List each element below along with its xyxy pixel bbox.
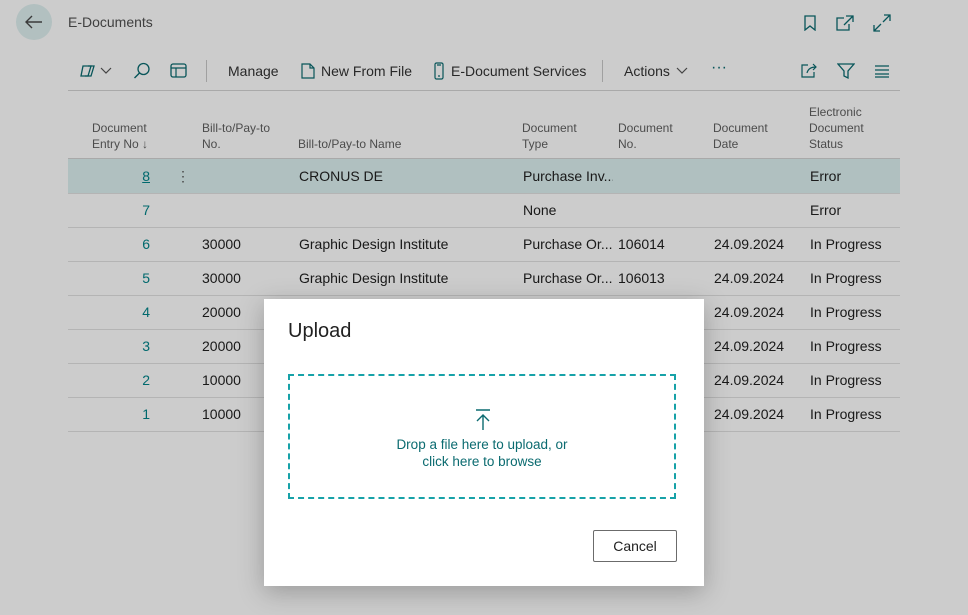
upload-dialog: Upload Drop a file here to upload, or cl… — [264, 299, 704, 586]
dropzone-line: click here to browse — [422, 454, 542, 469]
dropzone-text: Drop a file here to upload, or click her… — [290, 436, 674, 470]
file-dropzone[interactable]: Drop a file here to upload, or click her… — [288, 374, 676, 499]
dropzone-line: Drop a file here to upload, or — [396, 437, 568, 452]
upload-icon — [476, 409, 490, 430]
cancel-button[interactable]: Cancel — [593, 530, 677, 562]
dialog-title: Upload — [288, 320, 352, 342]
